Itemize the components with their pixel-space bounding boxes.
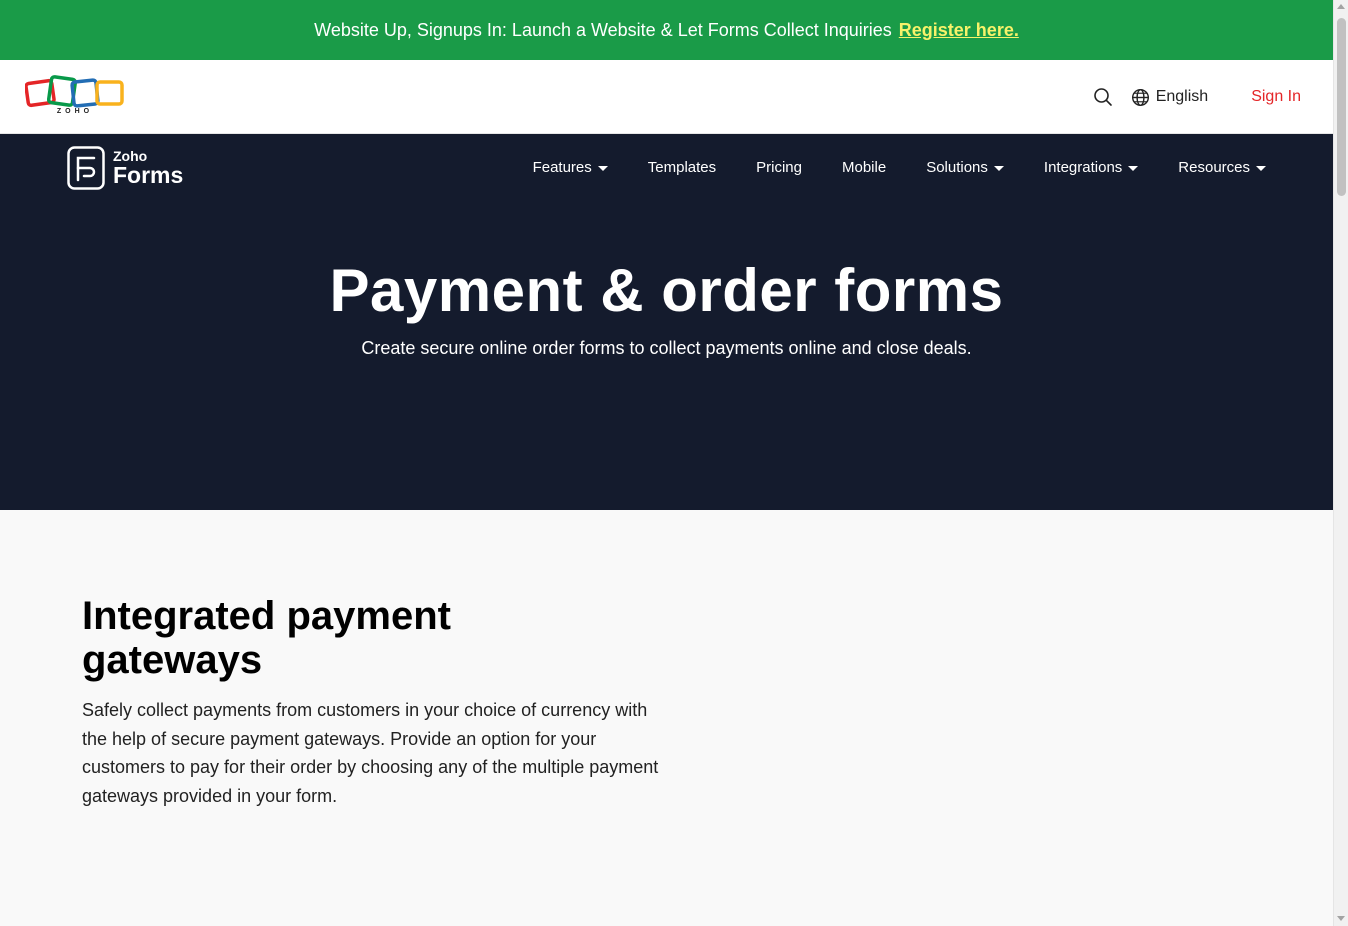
nav-item-resources[interactable]: Resources — [1178, 159, 1266, 176]
language-label: English — [1155, 88, 1209, 105]
announcement-text: Website Up, Signups In: Launch a Website… — [314, 19, 892, 40]
section-title: Integrated payment gateways — [82, 594, 451, 682]
product-nav: Features Templates Pricing Mobile Soluti… — [533, 134, 1266, 200]
page-title: Payment & order forms — [329, 257, 1004, 324]
header-actions: English Sign In — [1093, 60, 1301, 134]
nav-item-templates[interactable]: Templates — [648, 159, 716, 176]
forms-logo-icon — [67, 146, 105, 190]
nav-item-features[interactable]: Features — [533, 159, 608, 176]
zoho-wordmark: ZOHO — [56, 108, 94, 115]
forms-logo-forms: Forms — [113, 162, 184, 188]
page: Website Up, Signups In: Launch a Website… — [0, 0, 1333, 926]
scroll-down-icon[interactable] — [1337, 916, 1345, 921]
section-body: Safely collect payments from customers i… — [82, 700, 659, 806]
nav-item-label: Solutions — [926, 158, 988, 176]
globe-icon — [1131, 88, 1149, 106]
announcement-bar: Website Up, Signups In: Launch a Website… — [0, 0, 1333, 60]
zoho-logo[interactable]: ZOHO — [24, 74, 125, 120]
caret-down-icon — [1256, 165, 1266, 171]
zoho-logo-icon — [24, 75, 124, 108]
nav-item-label: Mobile — [842, 158, 887, 176]
hero-subtitle: Create secure online order forms to coll… — [361, 338, 972, 358]
caret-down-icon — [1128, 165, 1139, 171]
sign-in-link[interactable]: Sign In — [1251, 88, 1301, 106]
nav-item-integrations[interactable]: Integrations — [1043, 158, 1139, 176]
nav-item-label: Resources — [1178, 158, 1250, 176]
nav-item-mobile[interactable]: Mobile — [842, 159, 886, 176]
nav-item-solutions[interactable]: Solutions — [926, 159, 1004, 176]
nav-item-label: Pricing — [756, 158, 802, 176]
register-link[interactable]: Register here. — [899, 20, 1019, 41]
vertical-scrollbar[interactable] — [1333, 0, 1348, 926]
caret-down-icon — [993, 165, 1004, 171]
search-icon[interactable] — [1093, 87, 1113, 107]
hero-section: Zoho Forms Features Templates Pricing Mo… — [0, 134, 1333, 510]
forms-logo-text: Zoho Forms — [113, 149, 183, 187]
language-selector[interactable]: English — [1131, 88, 1208, 107]
nav-item-label: Integrations — [1043, 158, 1123, 176]
caret-down-icon — [597, 165, 608, 171]
nav-item-label: Features — [532, 158, 592, 176]
scroll-up-icon[interactable] — [1337, 4, 1345, 9]
nav-item-pricing[interactable]: Pricing — [756, 159, 802, 176]
zoho-header: ZOHO English Sign In — [0, 60, 1333, 134]
nav-item-label: Templates — [647, 158, 717, 176]
scrollbar-thumb[interactable] — [1337, 18, 1346, 196]
zoho-forms-logo[interactable]: Zoho Forms — [67, 146, 183, 190]
forms-logo-zoho: Zoho — [113, 148, 148, 164]
